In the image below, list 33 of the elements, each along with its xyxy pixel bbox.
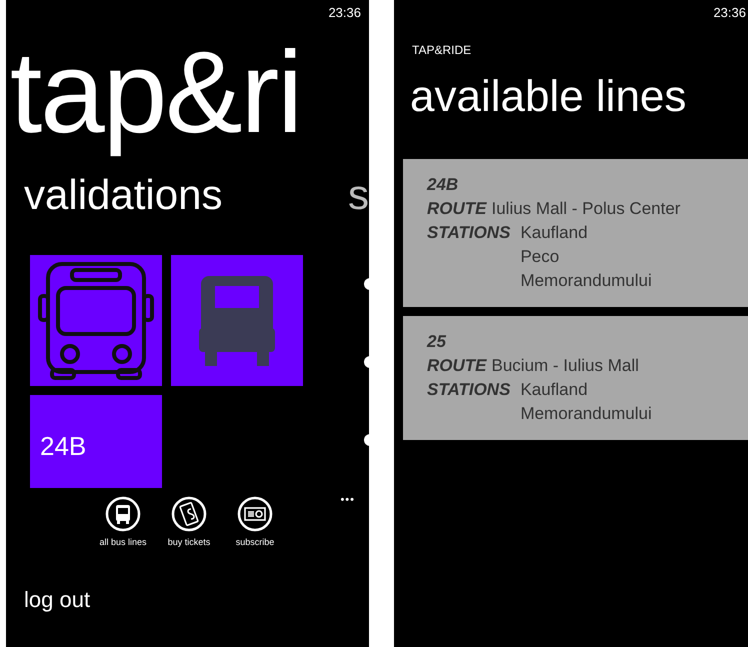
station-name: Memorandumului — [520, 402, 652, 424]
clock: 23:36 — [328, 4, 361, 22]
route-text: Iulius Mall - Polus Center — [492, 198, 680, 220]
line-number: 24B — [427, 174, 458, 194]
bus-tile[interactable] — [30, 254, 162, 386]
pivot-header[interactable]: s — [348, 170, 369, 218]
stations-label: STATIONS — [427, 222, 510, 244]
line-number: 25 — [427, 332, 446, 350]
route-label: ROUTE — [427, 198, 486, 220]
route-text: Bucium - Iulius Mall — [492, 354, 639, 376]
banknote-icon — [237, 496, 273, 532]
app-bar-button[interactable]: all bus lines — [94, 496, 152, 549]
stations-label: STATIONS — [427, 378, 510, 400]
bus-icon — [105, 496, 141, 532]
page-title: available lines — [410, 70, 686, 122]
line-card[interactable]: 25 ROUTE Bucium - Iulius Mall STATIONS Kaufland Memorandumului — [403, 316, 748, 440]
bus-tile[interactable] — [171, 254, 303, 386]
more-button[interactable]: ••• — [340, 492, 355, 508]
station-name: Peco — [520, 246, 560, 268]
pivot-header[interactable]: validations — [24, 170, 222, 218]
station-name: Memorandumului — [520, 270, 652, 292]
station-name: Kaufland — [520, 222, 589, 244]
ticket-icon — [171, 496, 207, 532]
route-label: ROUTE — [427, 354, 486, 376]
app-bar-button[interactable]: subscribe — [226, 496, 284, 549]
line-card[interactable]: 24B ROUTE Iulius Mall - Polus Center STATIONS Kaufland Peco Memorandumului — [403, 158, 748, 306]
line-tile[interactable]: 24B — [30, 394, 162, 488]
log-out-link[interactable]: log out — [24, 583, 90, 616]
app-bar-button[interactable]: buy tickets — [160, 496, 218, 549]
clock: 23:36 — [713, 4, 746, 22]
app-name: TAP&RIDE — [412, 42, 472, 58]
app-title: tap&ri — [10, 26, 302, 156]
station-name: Kaufland — [520, 378, 589, 400]
